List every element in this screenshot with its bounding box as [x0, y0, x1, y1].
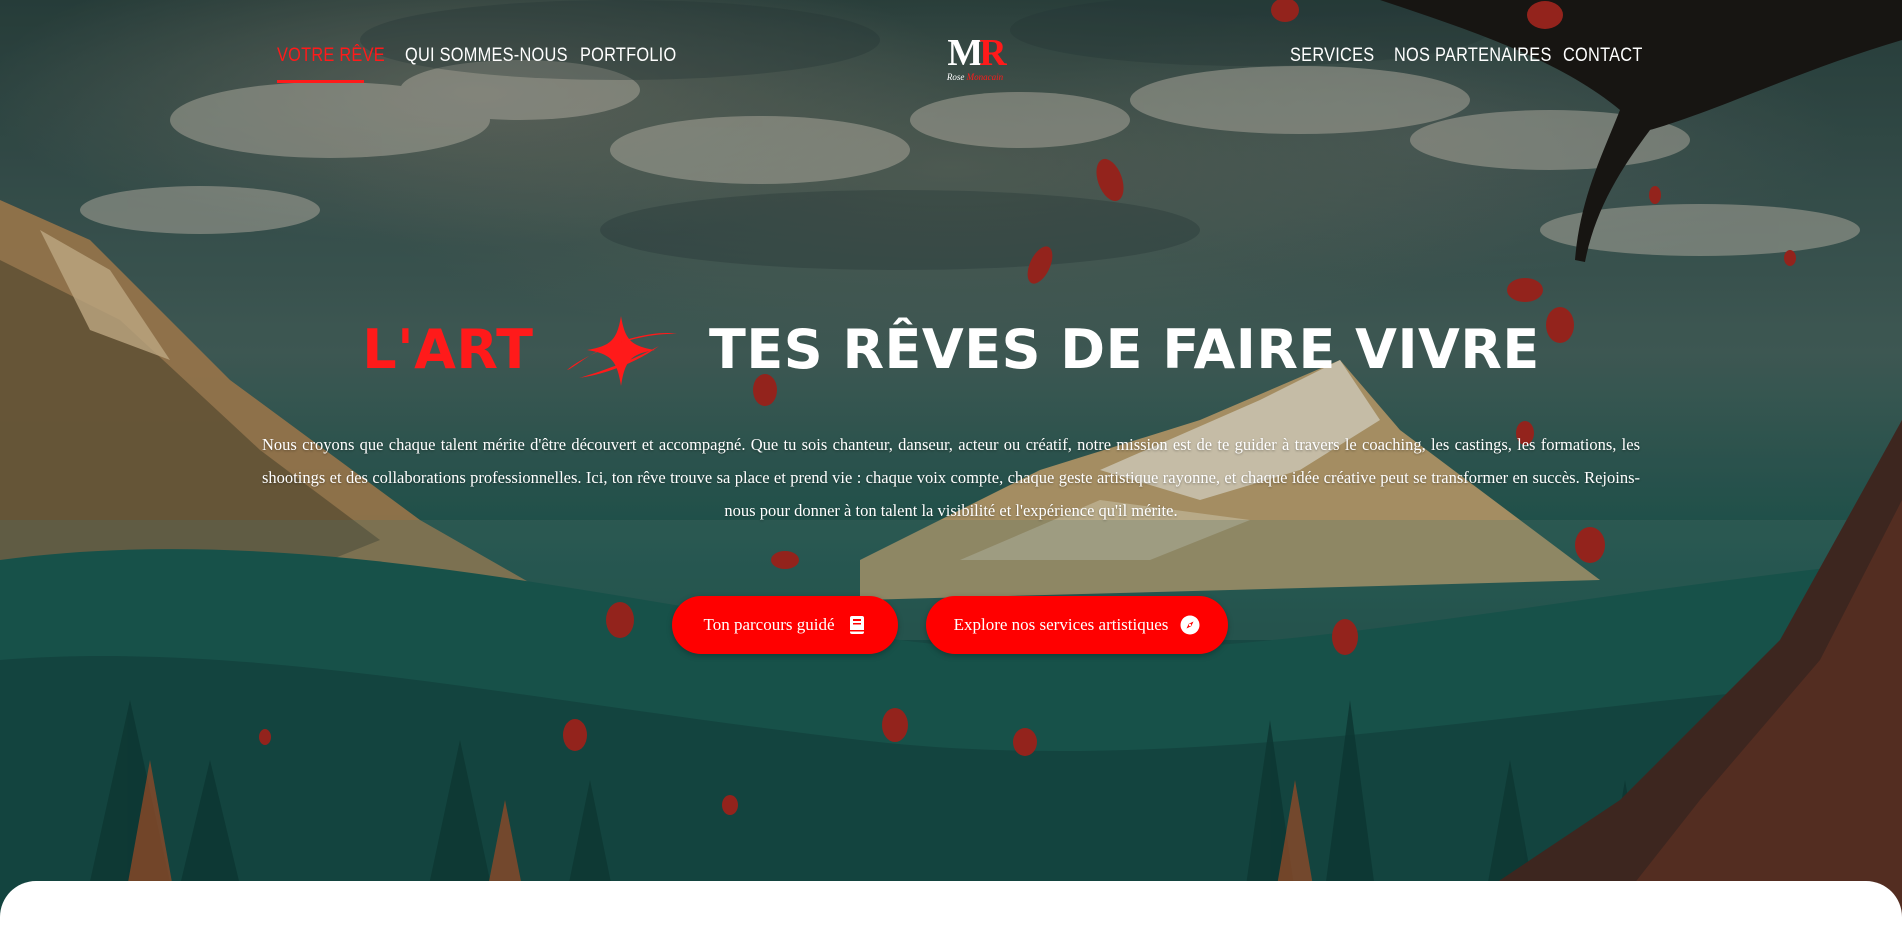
compass-icon — [1180, 615, 1200, 635]
hero-title-white: TES RÊVES DE FAIRE VIVRE — [709, 318, 1540, 381]
nav-qui-sommes-nous[interactable]: QUI SOMMES-NOUS — [405, 45, 568, 67]
parcours-guide-button[interactable]: Ton parcours guidé — [672, 596, 898, 654]
explore-services-button[interactable]: Explore nos services artistiques — [926, 596, 1228, 654]
content-section-top — [0, 881, 1902, 941]
hero-title: L'ART TES RÊVES DE FAIRE VIVRE — [0, 312, 1902, 390]
nav-contact[interactable]: CONTACT — [1563, 45, 1643, 67]
logo-script-text: Rose Monacain — [940, 72, 1010, 82]
logo-letter-m: M — [947, 32, 983, 74]
logo-script-word-1: Rose — [946, 72, 965, 82]
hero-title-red: L'ART — [362, 318, 534, 381]
site-logo[interactable]: MR Rose Monacain — [940, 34, 1010, 88]
hero-description: Nous croyons que chaque talent mérite d'… — [262, 435, 1640, 520]
nav-nos-partenaires[interactable]: NOS PARTENAIRES — [1394, 45, 1552, 67]
nav-services[interactable]: SERVICES — [1290, 45, 1374, 67]
nav-portfolio[interactable]: PORTFOLIO — [580, 45, 676, 67]
parcours-guide-label: Ton parcours guidé — [703, 615, 835, 634]
sparkle-star-icon — [566, 316, 677, 386]
active-nav-underline — [277, 80, 364, 83]
nav-votre-reve[interactable]: VOTRE RÊVE — [277, 45, 385, 67]
logo-letter-r: R — [979, 32, 1007, 74]
book-icon — [849, 616, 864, 634]
logo-monogram: MR — [940, 34, 1010, 72]
explore-services-label: Explore nos services artistiques — [953, 615, 1169, 634]
logo-script-word-2: Monacain — [966, 72, 1004, 82]
